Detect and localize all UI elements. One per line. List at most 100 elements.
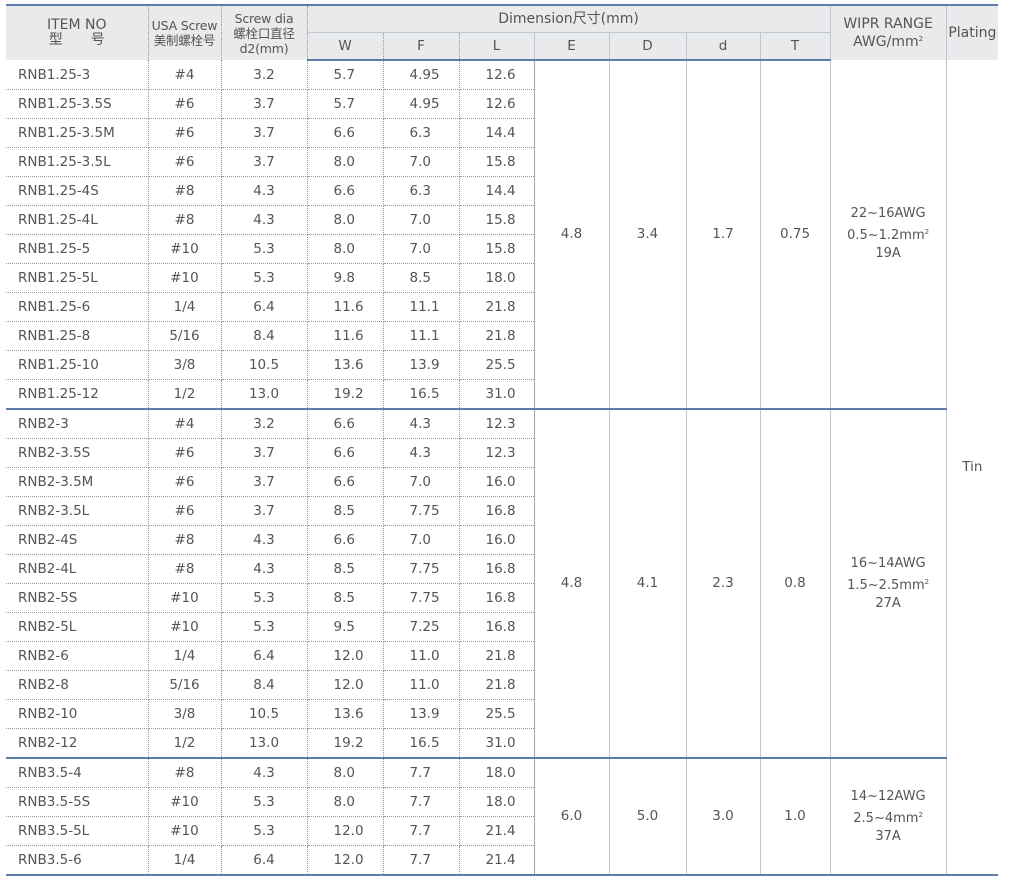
cell-screw-dia: 3.2 bbox=[221, 60, 308, 90]
cell-item-no: RNB2-12 bbox=[6, 728, 149, 759]
group-d-value: 3.4 bbox=[609, 60, 687, 410]
cell-l: 16.8 bbox=[459, 612, 535, 642]
cell-item-no: RNB1.25-3.5S bbox=[6, 89, 149, 119]
cell-l: 12.6 bbox=[459, 60, 535, 90]
cell-usa-screw: #6 bbox=[148, 118, 222, 148]
cell-item-no: RNB2-3.5S bbox=[6, 438, 149, 468]
cell-l: 21.8 bbox=[459, 292, 535, 322]
cell-usa-screw: #10 bbox=[148, 816, 222, 846]
cell-item-no: RNB2-3 bbox=[6, 408, 149, 439]
wire-awg: 16~14AWG bbox=[850, 555, 926, 571]
cell-usa-screw: 1/2 bbox=[148, 379, 222, 410]
wire-mm: 1.5~2.5mm2 bbox=[847, 577, 930, 593]
cell-l: 21.8 bbox=[459, 641, 535, 671]
group-e-value: 4.8 bbox=[534, 60, 610, 410]
cell-item-no: RNB3.5-6 bbox=[6, 845, 149, 876]
cell-item-no: RNB2-4S bbox=[6, 525, 149, 555]
cell-screw-dia: 13.0 bbox=[221, 728, 308, 759]
group-wire-range: 16~14AWG 1.5~2.5mm2 27A bbox=[830, 408, 947, 759]
cell-w: 8.0 bbox=[307, 205, 384, 235]
cell-screw-dia: 10.5 bbox=[221, 350, 308, 380]
cell-item-no: RNB3.5-5S bbox=[6, 787, 149, 817]
cell-screw-dia: 4.3 bbox=[221, 525, 308, 555]
cell-w: 6.6 bbox=[307, 176, 384, 206]
cell-f: 7.7 bbox=[383, 845, 460, 876]
header-dimension: Dimension尺寸(mm) bbox=[307, 4, 831, 33]
cell-screw-dia: 6.4 bbox=[221, 292, 308, 322]
cell-screw-dia: 13.0 bbox=[221, 379, 308, 410]
cell-w: 8.5 bbox=[307, 554, 384, 584]
cell-f: 8.5 bbox=[383, 263, 460, 293]
cell-l: 16.8 bbox=[459, 583, 535, 613]
cell-f: 7.7 bbox=[383, 816, 460, 846]
cell-w: 9.5 bbox=[307, 612, 384, 642]
cell-item-no: RNB2-4L bbox=[6, 554, 149, 584]
cell-screw-dia: 10.5 bbox=[221, 699, 308, 729]
cell-l: 21.8 bbox=[459, 321, 535, 351]
cell-item-no: RNB1.25-6 bbox=[6, 292, 149, 322]
header-wire-line1: WIPR RANGE bbox=[843, 15, 933, 32]
cell-item-no: RNB1.25-4S bbox=[6, 176, 149, 206]
table-row: RNB3.5-4 #8 4.3 8.0 7.7 18.0 6.0 5.0 3.0 1.0 14~12… bbox=[6, 757, 998, 876]
cell-l: 15.8 bbox=[459, 147, 535, 177]
group-e-value: 6.0 bbox=[534, 757, 610, 876]
cell-w: 13.6 bbox=[307, 350, 384, 380]
cell-w: 6.6 bbox=[307, 525, 384, 555]
cell-w: 8.0 bbox=[307, 234, 384, 264]
cell-screw-dia: 3.7 bbox=[221, 438, 308, 468]
cell-w: 8.0 bbox=[307, 757, 384, 788]
cell-item-no: RNB2-5S bbox=[6, 583, 149, 613]
cell-f: 4.3 bbox=[383, 408, 460, 439]
cell-f: 7.75 bbox=[383, 496, 460, 526]
cell-f: 11.1 bbox=[383, 292, 460, 322]
cell-screw-dia: 8.4 bbox=[221, 670, 308, 700]
cell-screw-dia: 4.3 bbox=[221, 176, 308, 206]
header-d-upper: D bbox=[609, 32, 687, 61]
cell-w: 19.2 bbox=[307, 379, 384, 410]
cell-item-no: RNB1.25-3 bbox=[6, 60, 149, 90]
header-usa-screw-cn: 美制螺栓号 bbox=[153, 33, 216, 48]
cell-w: 12.0 bbox=[307, 845, 384, 876]
header-screw-dia-line3: d2(mm) bbox=[239, 40, 289, 56]
group-e-value: 4.8 bbox=[534, 408, 610, 759]
header-e: E bbox=[534, 32, 610, 61]
cell-w: 11.6 bbox=[307, 321, 384, 351]
wire-current: 37A bbox=[875, 828, 901, 844]
cell-w: 11.6 bbox=[307, 292, 384, 322]
header-l: L bbox=[459, 32, 535, 61]
cell-l: 12.6 bbox=[459, 89, 535, 119]
cell-f: 7.0 bbox=[383, 467, 460, 497]
cell-item-no: RNB2-3.5L bbox=[6, 496, 149, 526]
cell-f: 4.95 bbox=[383, 60, 460, 90]
cell-l: 14.4 bbox=[459, 176, 535, 206]
cell-l: 18.0 bbox=[459, 263, 535, 293]
cell-usa-screw: #8 bbox=[148, 176, 222, 206]
cell-item-no: RNB1.25-3.5M bbox=[6, 118, 149, 148]
group-t-value: 1.0 bbox=[760, 757, 831, 876]
cell-screw-dia: 4.3 bbox=[221, 757, 308, 788]
cell-screw-dia: 5.3 bbox=[221, 583, 308, 613]
group-d-value: 5.0 bbox=[609, 757, 687, 876]
cell-item-no: RNB3.5-5L bbox=[6, 816, 149, 846]
cell-item-no: RNB1.25-5 bbox=[6, 234, 149, 264]
cell-item-no: RNB1.25-3.5L bbox=[6, 147, 149, 177]
cell-item-no: RNB1.25-12 bbox=[6, 379, 149, 410]
cell-item-no: RNB1.25-5L bbox=[6, 263, 149, 293]
group-d-lower-value: 2.3 bbox=[686, 408, 761, 759]
cell-f: 13.9 bbox=[383, 350, 460, 380]
cell-l: 14.4 bbox=[459, 118, 535, 148]
cell-w: 6.6 bbox=[307, 118, 384, 148]
cell-screw-dia: 3.7 bbox=[221, 467, 308, 497]
cell-w: 5.7 bbox=[307, 60, 384, 90]
cell-l: 12.3 bbox=[459, 438, 535, 468]
header-item-no-en: ITEM NO bbox=[46, 17, 107, 33]
cell-usa-screw: #6 bbox=[148, 89, 222, 119]
cell-l: 21.4 bbox=[459, 845, 535, 876]
header-screw-dia: Screw dia 螺栓口直径 d2(mm) bbox=[221, 4, 308, 60]
spec-table: ITEM NO 型 号 USA Screw 美制螺栓号 Screw dia 螺栓… bbox=[6, 4, 999, 876]
spec-body: RNB1.25-3 #4 3.2 5.7 4.95 12.6 4.8 3.4 1.7 0.75 22… bbox=[6, 60, 999, 876]
cell-f: 6.3 bbox=[383, 176, 460, 206]
header-wire-line2: AWG/mm2 bbox=[853, 33, 924, 50]
cell-screw-dia: 5.3 bbox=[221, 816, 308, 846]
cell-screw-dia: 5.3 bbox=[221, 234, 308, 264]
